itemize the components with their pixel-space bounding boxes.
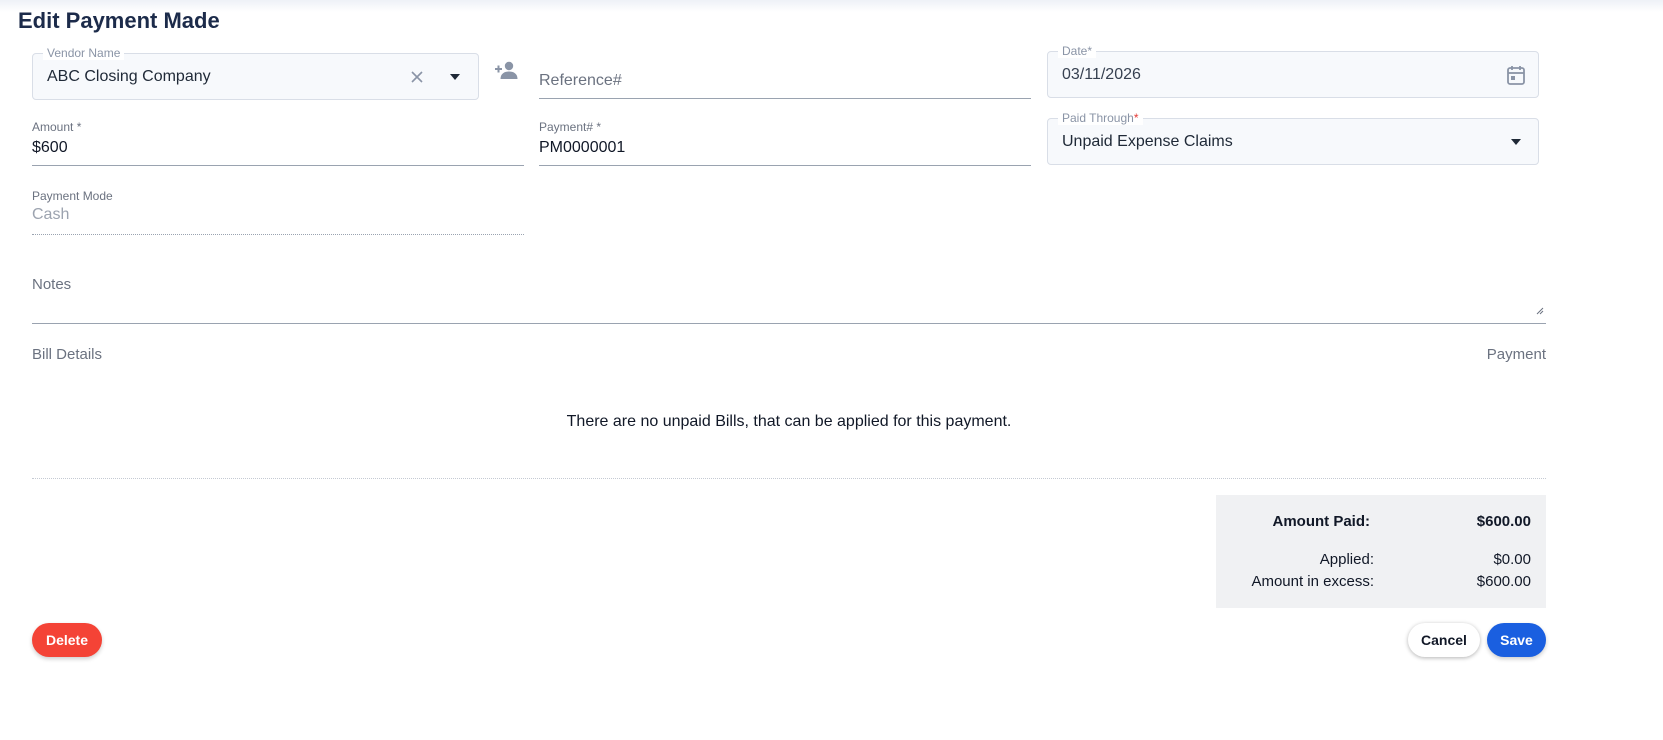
paid-through-value: Unpaid Expense Claims [1062,132,1233,150]
payment-number-value: PM0000001 [539,139,626,156]
save-button[interactable]: Save [1487,623,1546,657]
notes-textarea[interactable]: Notes [32,272,1546,324]
excess-label: Amount in excess: [1251,573,1374,590]
date-value: 03/11/2026 [1062,65,1141,83]
reference-input[interactable]: Reference# [539,58,1031,99]
caret-down-icon[interactable] [445,67,465,87]
paid-through-label: Paid Through* [1058,112,1143,125]
payment-number-input[interactable]: Payment# * PM0000001 [539,120,1031,166]
date-label: Date* [1058,45,1097,58]
page-title: Edit Payment Made [18,8,220,33]
amount-label: Amount * [32,120,82,134]
payment-summary: Amount Paid: $600.00 Applied: $0.00 Amou… [1216,495,1546,608]
person-add-icon[interactable] [493,58,519,82]
empty-bills-message: There are no unpaid Bills, that can be a… [566,413,1012,430]
cancel-button[interactable]: Cancel [1408,623,1480,657]
amount-input[interactable]: Amount * $600 [32,120,524,166]
payment-mode-label: Payment Mode [32,189,113,203]
reference-placeholder: Reference# [539,72,622,89]
date-field[interactable]: Date* 03/11/2026 [1047,45,1539,98]
payment-number-label: Payment# * [539,120,602,134]
payment-mode-value: Cash [32,206,70,223]
amount-paid-value: $600.00 [1476,513,1531,530]
notes-placeholder: Notes [32,276,72,293]
payment-column-header: Payment [1486,346,1546,363]
paid-through-select[interactable]: Paid Through* Unpaid Expense Claims [1047,112,1539,165]
applied-value: $0.00 [1493,551,1531,568]
payment-mode-field: Payment Mode Cash [32,189,524,235]
bills-divider [32,478,1546,479]
amount-value: $600 [32,139,68,156]
close-icon[interactable] [407,67,427,87]
excess-value: $600.00 [1476,573,1531,590]
amount-paid-label: Amount Paid: [1272,513,1371,530]
delete-button[interactable]: Delete [32,623,102,657]
vendor-select[interactable]: Vendor Name ABC Closing Company [32,47,479,100]
resize-handle-icon[interactable] [1536,302,1544,320]
applied-label: Applied: [1319,551,1374,568]
calendar-icon[interactable] [1505,64,1527,86]
top-shade [0,0,1663,12]
bill-details-header: Bill Details [32,346,103,363]
caret-down-icon[interactable] [1506,132,1526,152]
vendor-value: ABC Closing Company [47,67,211,85]
vendor-label: Vendor Name [43,47,125,60]
